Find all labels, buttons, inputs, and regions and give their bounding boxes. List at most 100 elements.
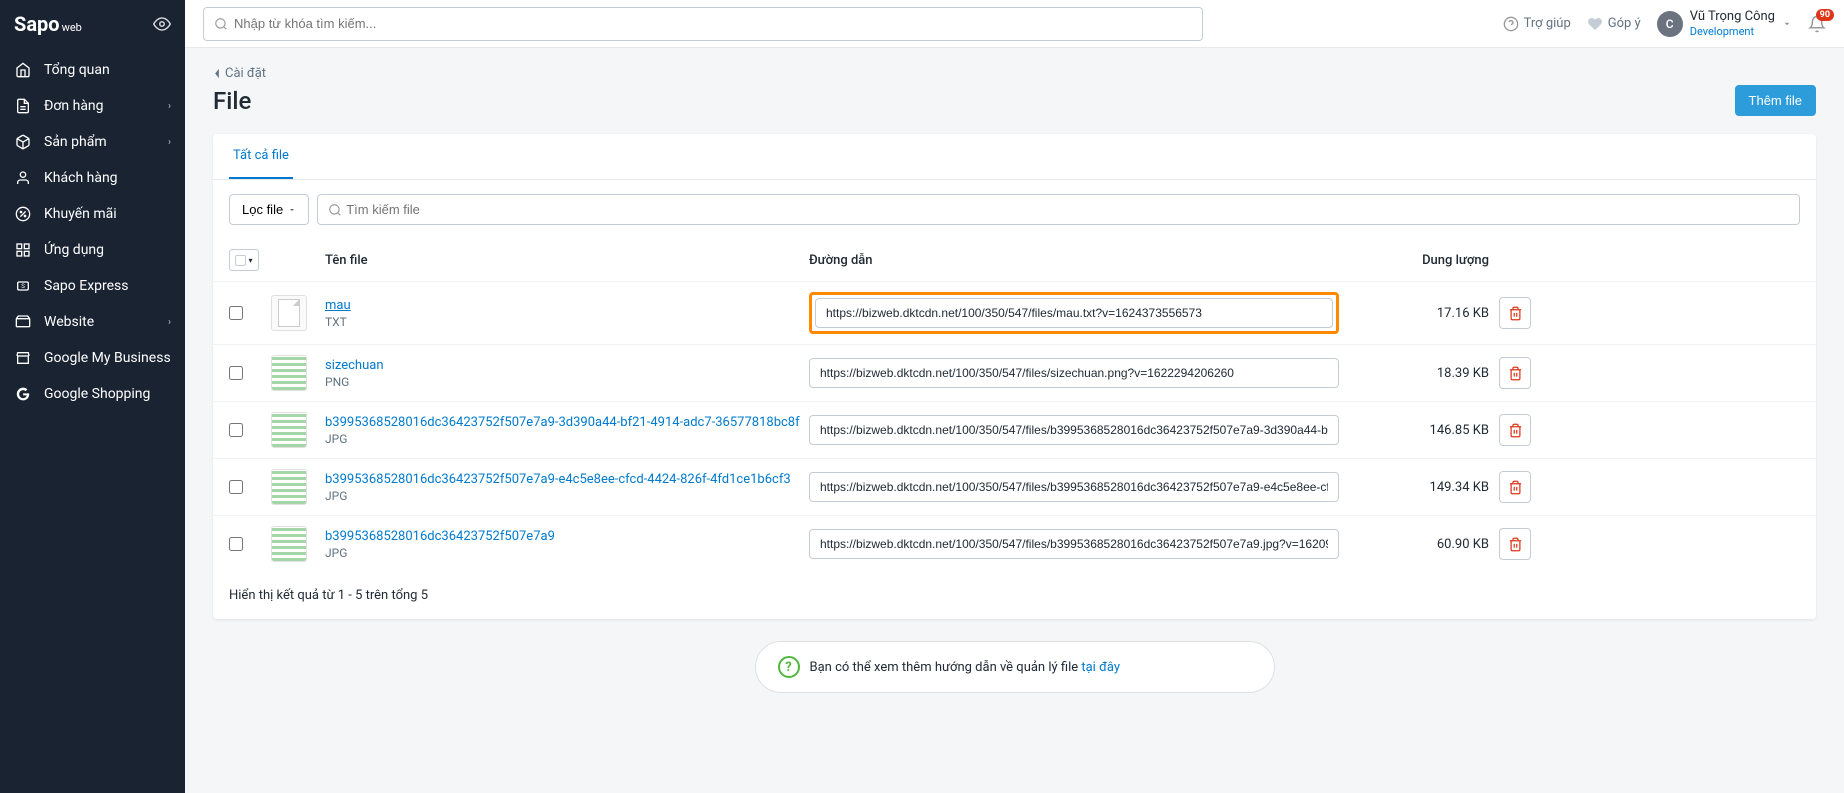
delete-button[interactable] (1499, 297, 1531, 329)
sidebar-item-1[interactable]: Đơn hàng › (0, 88, 185, 124)
eye-icon[interactable] (153, 15, 171, 33)
chevron-left-icon (213, 68, 221, 79)
col-header-name: Tên file (319, 253, 809, 268)
sidebar-item-4[interactable]: Khuyến mãi (0, 196, 185, 232)
notifications[interactable]: 90 (1808, 15, 1826, 33)
feedback-label: Góp ý (1608, 16, 1641, 31)
sidebar-item-6[interactable]: S Sapo Express (0, 268, 185, 304)
file-name-link[interactable]: b3995368528016dc36423752f507e7a9 (325, 529, 809, 544)
sidebar-item-3[interactable]: Khách hàng (0, 160, 185, 196)
sidebar: Sapoweb Tổng quan Đơn hàng › Sản phẩm › … (0, 0, 185, 793)
logo-sub: web (62, 21, 82, 34)
global-search[interactable] (203, 7, 1203, 41)
file-thumbnail (271, 469, 307, 505)
page-header: File Thêm file (213, 85, 1816, 116)
sidebar-item-9[interactable]: Google Shopping (0, 376, 185, 412)
filter-search-input[interactable] (342, 195, 1789, 224)
file-thumbnail (271, 295, 307, 331)
file-thumbnail (271, 355, 307, 391)
col-header-url: Đường dẫn (809, 253, 1339, 268)
breadcrumb[interactable]: Cài đặt (213, 66, 1816, 81)
file-name-link[interactable]: mau (325, 298, 809, 313)
content: Cài đặt File Thêm file Tất cả file Lọc f… (185, 48, 1844, 793)
delete-button[interactable] (1499, 528, 1531, 560)
sidebar-item-8[interactable]: Google My Business (0, 340, 185, 376)
breadcrumb-label: Cài đặt (225, 66, 266, 81)
website-icon (14, 313, 32, 331)
sidebar-item-label: Đơn hàng (44, 98, 168, 114)
file-url-input[interactable] (809, 415, 1339, 445)
box-icon (14, 133, 32, 151)
help-icon (1503, 16, 1519, 32)
filter-search[interactable] (317, 194, 1800, 225)
global-search-input[interactable] (234, 16, 1192, 31)
row-checkbox[interactable] (229, 537, 243, 551)
file-type: JPG (325, 432, 809, 446)
file-name-link[interactable]: b3995368528016dc36423752f507e7a9-3d390a4… (325, 415, 809, 430)
sidebar-item-label: Google My Business (44, 350, 171, 366)
filter-button-label: Lọc file (242, 202, 283, 217)
trash-icon (1508, 537, 1523, 552)
user-dev: Development (1690, 25, 1775, 38)
file-size: 149.34 KB (1339, 480, 1499, 495)
logo[interactable]: Sapoweb (14, 12, 82, 36)
file-url-input[interactable] (809, 529, 1339, 559)
file-url-input[interactable] (809, 472, 1339, 502)
row-checkbox[interactable] (229, 480, 243, 494)
sidebar-item-label: Sapo Express (44, 278, 171, 294)
help-link[interactable]: Trợ giúp (1503, 16, 1571, 32)
table-header: ▾ Tên file Đường dẫn Dung lượng (213, 239, 1816, 281)
question-icon: ? (778, 656, 800, 678)
table-row: sizechuan PNG 18.39 KB (213, 344, 1816, 401)
add-file-button[interactable]: Thêm file (1735, 85, 1816, 116)
col-header-size: Dung lượng (1339, 253, 1499, 268)
sidebar-item-label: Khuyến mãi (44, 206, 171, 222)
filter-button[interactable]: Lọc file (229, 194, 309, 225)
delete-button[interactable] (1499, 414, 1531, 446)
hint-banner: ? Bạn có thể xem thêm hướng dẫn về quản … (755, 641, 1275, 693)
user-menu[interactable]: C Vũ Trọng Công Development (1657, 9, 1792, 38)
sidebar-item-label: Website (44, 314, 168, 330)
file-url-input[interactable] (815, 298, 1333, 328)
sidebar-item-label: Khách hàng (44, 170, 171, 186)
table-row: b3995368528016dc36423752f507e7a9-3d390a4… (213, 401, 1816, 458)
row-checkbox[interactable] (229, 423, 243, 437)
user-icon (14, 169, 32, 187)
delete-button[interactable] (1499, 471, 1531, 503)
delete-button[interactable] (1499, 357, 1531, 389)
file-thumbnail (271, 526, 307, 562)
file-type: TXT (325, 315, 809, 329)
file-url-input[interactable] (809, 358, 1339, 388)
sidebar-header: Sapoweb (0, 0, 185, 48)
sidebar-item-label: Tổng quan (44, 62, 171, 78)
trash-icon (1508, 423, 1523, 438)
express-icon: S (14, 277, 32, 295)
file-rows: mau TXT 17.16 KB sizechuan PNG 18.39 KB (213, 281, 1816, 572)
file-size: 17.16 KB (1339, 306, 1499, 321)
sidebar-item-0[interactable]: Tổng quan (0, 52, 185, 88)
file-size: 146.85 KB (1339, 423, 1499, 438)
discount-icon (14, 205, 32, 223)
sidebar-item-5[interactable]: Ứng dụng (0, 232, 185, 268)
row-checkbox[interactable] (229, 306, 243, 320)
file-type: PNG (325, 375, 809, 389)
svg-text:S: S (21, 283, 25, 290)
row-checkbox[interactable] (229, 366, 243, 380)
table-row: mau TXT 17.16 KB (213, 281, 1816, 344)
tab-all-files[interactable]: Tất cả file (229, 134, 293, 179)
logo-text: Sapo (14, 12, 60, 36)
select-all-checkbox[interactable]: ▾ (229, 249, 259, 271)
sidebar-item-2[interactable]: Sản phẩm › (0, 124, 185, 160)
file-size: 18.39 KB (1339, 366, 1499, 381)
topbar: Trợ giúp Góp ý C Vũ Trọng Công Developme… (185, 0, 1844, 48)
sidebar-item-7[interactable]: Website › (0, 304, 185, 340)
sidebar-item-label: Google Shopping (44, 386, 171, 402)
search-icon (328, 203, 342, 217)
file-name-link[interactable]: b3995368528016dc36423752f507e7a9-e4c5e8e… (325, 472, 809, 487)
file-name-link[interactable]: sizechuan (325, 358, 809, 373)
file-size: 60.90 KB (1339, 537, 1499, 552)
avatar: C (1657, 11, 1683, 37)
feedback-link[interactable]: Góp ý (1587, 16, 1641, 32)
orders-icon (14, 97, 32, 115)
hint-link[interactable]: tại đây (1081, 660, 1120, 675)
